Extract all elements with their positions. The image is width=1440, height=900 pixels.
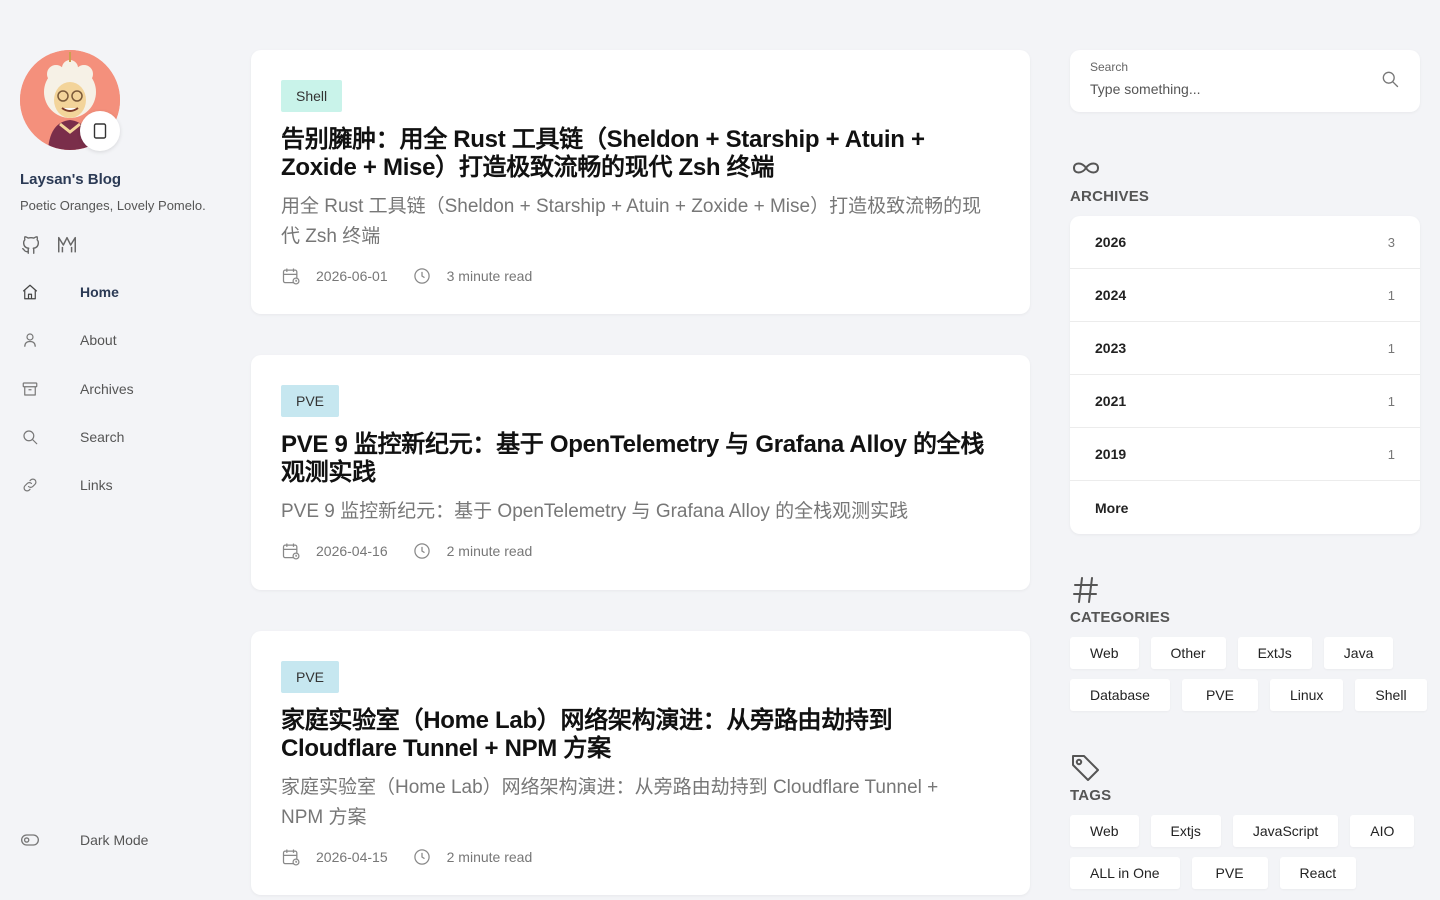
clock-icon bbox=[412, 541, 432, 561]
link-icon bbox=[21, 476, 39, 494]
calendar-icon bbox=[281, 847, 301, 867]
post-title[interactable]: PVE 9 监控新纪元：基于 OpenTelemetry 与 Grafana A… bbox=[281, 431, 1000, 487]
post-card[interactable]: PVE 家庭实验室（Home Lab）网络架构演进：从旁路由劫持到 Cloudf… bbox=[251, 631, 1030, 895]
search-input[interactable] bbox=[1090, 78, 1360, 100]
clock-icon bbox=[412, 266, 432, 286]
search-icon bbox=[21, 428, 39, 446]
archive-item-2023[interactable]: 2023 1 bbox=[1070, 322, 1420, 375]
post-excerpt: PVE 9 监控新纪元：基于 OpenTelemetry 与 Grafana A… bbox=[281, 501, 909, 522]
post-meta: 2026-04-16 2 minute read bbox=[281, 541, 1000, 561]
tag-chip[interactable]: React bbox=[1279, 857, 1357, 889]
github-icon[interactable] bbox=[20, 234, 42, 256]
home-icon bbox=[21, 283, 39, 301]
category-chip[interactable]: PVE bbox=[1181, 679, 1258, 711]
post-read-time: 3 minute read bbox=[446, 268, 533, 284]
archive-box-icon bbox=[21, 380, 39, 398]
post-title[interactable]: 告别臃肿：用全 Rust 工具链（Sheldon + Starship + At… bbox=[281, 126, 1000, 182]
post-read-time: 2 minute read bbox=[446, 543, 533, 559]
post-excerpt: 家庭实验室（Home Lab）网络架构演进：从旁路由劫持到 Cloudflare… bbox=[281, 777, 939, 828]
toggle-icon bbox=[20, 831, 40, 849]
archive-item-2026[interactable]: 2026 3 bbox=[1070, 216, 1420, 269]
category-chip[interactable]: Web bbox=[1070, 637, 1139, 669]
phone-icon bbox=[93, 123, 107, 139]
archive-count: 1 bbox=[1387, 393, 1395, 409]
blog-tagline: Poetic Oranges, Lovely Pomelo. bbox=[20, 198, 206, 213]
categories-list: Web Other ExtJs Java Database PVE Linux … bbox=[1070, 637, 1430, 711]
archive-count: 1 bbox=[1387, 287, 1395, 303]
tag-chip[interactable]: AIO bbox=[1350, 815, 1415, 847]
post-card[interactable]: PVE PVE 9 监控新纪元：基于 OpenTelemetry 与 Grafa… bbox=[251, 355, 1030, 590]
infinity-icon bbox=[1070, 154, 1102, 182]
category-chip[interactable]: Other bbox=[1150, 637, 1226, 669]
archive-year: 2019 bbox=[1095, 446, 1127, 462]
tag-chip[interactable]: JavaScript bbox=[1232, 815, 1339, 847]
nav-item-label: Search bbox=[80, 429, 125, 446]
archives-more-link[interactable]: More bbox=[1070, 481, 1420, 534]
social-links bbox=[20, 234, 78, 256]
nav-item-links[interactable]: Links bbox=[0, 461, 230, 509]
nav-item-archives[interactable]: Archives bbox=[0, 365, 230, 413]
user-icon bbox=[21, 331, 39, 349]
archive-year: 2023 bbox=[1095, 340, 1127, 356]
search-icon[interactable] bbox=[1380, 69, 1400, 89]
blog-name[interactable]: Laysan's Blog bbox=[20, 171, 121, 188]
calendar-icon bbox=[281, 266, 301, 286]
archive-year: 2021 bbox=[1095, 393, 1127, 409]
post-read-time: 2 minute read bbox=[446, 849, 533, 865]
nav-item-label: About bbox=[80, 332, 117, 349]
hash-icon bbox=[1070, 575, 1102, 603]
tag-chip[interactable]: ALL in One bbox=[1070, 857, 1180, 889]
search-label: Search bbox=[1090, 60, 1129, 74]
post-date: 2026-04-15 bbox=[316, 849, 388, 865]
tag-chip[interactable]: Extjs bbox=[1150, 815, 1221, 847]
archive-count: 1 bbox=[1387, 340, 1395, 356]
post-tag[interactable]: PVE bbox=[281, 661, 340, 693]
nav-item-label: Links bbox=[80, 477, 113, 494]
clock-icon bbox=[412, 847, 432, 867]
archives-title: ARCHIVES bbox=[1070, 188, 1150, 205]
nav-item-search[interactable]: Search bbox=[0, 413, 230, 461]
archive-count: 1 bbox=[1387, 446, 1395, 462]
category-chip[interactable]: ExtJs bbox=[1237, 637, 1312, 669]
tags-list: Web Extjs JavaScript AIO ALL in One PVE … bbox=[1070, 815, 1430, 889]
avatar-status-badge bbox=[80, 111, 120, 151]
post-tag[interactable]: PVE bbox=[281, 385, 340, 417]
post-meta: 2026-06-01 3 minute read bbox=[281, 266, 1000, 286]
dark-mode-label: Dark Mode bbox=[80, 832, 149, 848]
category-chip[interactable]: Java bbox=[1323, 637, 1394, 669]
post-meta: 2026-04-15 2 minute read bbox=[281, 847, 1000, 867]
tag-chip[interactable]: Web bbox=[1070, 815, 1139, 847]
nav-item-home[interactable]: Home bbox=[0, 268, 230, 316]
category-chip[interactable]: Database bbox=[1070, 679, 1170, 711]
archive-year: 2024 bbox=[1095, 287, 1127, 303]
left-sidebar: Laysan's Blog Poetic Oranges, Lovely Pom… bbox=[0, 0, 230, 900]
nav-item-about[interactable]: About bbox=[0, 316, 230, 364]
main-nav: Home About Archives Search Links bbox=[0, 268, 230, 509]
mastodon-icon[interactable] bbox=[56, 234, 78, 256]
post-card[interactable]: Shell 告别臃肿：用全 Rust 工具链（Sheldon + Starshi… bbox=[251, 50, 1030, 314]
tag-chip[interactable]: PVE bbox=[1191, 857, 1268, 889]
post-title[interactable]: 家庭实验室（Home Lab）网络架构演进：从旁路由劫持到 Cloudflare… bbox=[281, 707, 1000, 763]
archives-list: 2026 3 2024 1 2023 1 2021 1 2019 1 More bbox=[1070, 216, 1420, 534]
nav-item-label: Home bbox=[80, 284, 119, 301]
category-chip[interactable]: Shell bbox=[1355, 679, 1427, 711]
archives-more-label: More bbox=[1095, 499, 1129, 516]
dark-mode-toggle[interactable]: Dark Mode bbox=[0, 816, 230, 864]
post-tag[interactable]: Shell bbox=[281, 80, 343, 112]
tags-title: TAGS bbox=[1070, 787, 1112, 804]
archive-year: 2026 bbox=[1095, 234, 1127, 250]
post-date: 2026-04-16 bbox=[316, 543, 388, 559]
categories-title: CATEGORIES bbox=[1070, 609, 1171, 626]
archive-item-2024[interactable]: 2024 1 bbox=[1070, 269, 1420, 322]
archive-item-2021[interactable]: 2021 1 bbox=[1070, 375, 1420, 428]
archive-count: 3 bbox=[1387, 234, 1395, 250]
category-chip[interactable]: Linux bbox=[1269, 679, 1344, 711]
archive-item-2019[interactable]: 2019 1 bbox=[1070, 428, 1420, 481]
nav-item-label: Archives bbox=[80, 380, 134, 397]
search-box[interactable]: Search bbox=[1070, 50, 1420, 112]
post-date: 2026-06-01 bbox=[316, 268, 388, 284]
post-excerpt: 用全 Rust 工具链（Sheldon + Starship + Atuin +… bbox=[281, 196, 982, 247]
calendar-icon bbox=[281, 541, 301, 561]
tag-icon bbox=[1070, 753, 1102, 781]
